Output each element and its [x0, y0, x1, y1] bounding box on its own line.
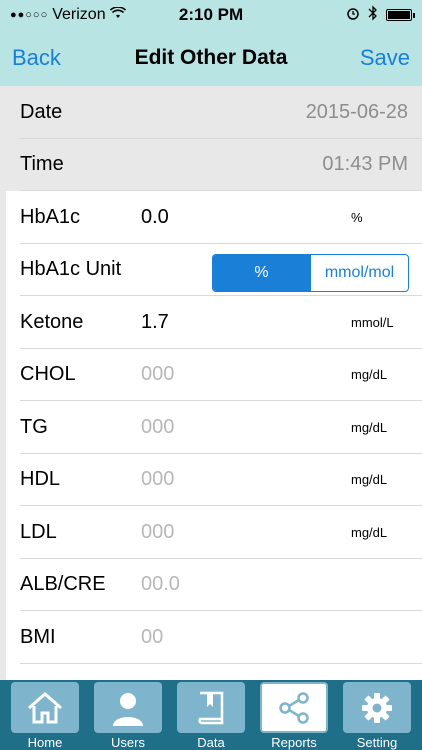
hba1c-unit-row: HbA1c Unit % mmol/mol — [6, 244, 422, 297]
tg-unit: mg/dL — [351, 419, 388, 435]
chol-unit: mg/dL — [351, 367, 388, 383]
albcre-label: ALB/CRE — [20, 573, 106, 596]
status-right — [346, 4, 415, 26]
hba1c-unit: % — [351, 209, 363, 225]
date-label: Date — [20, 100, 63, 123]
ketone-label: Ketone — [20, 310, 84, 333]
ldl-row: LDL 000 mg/dL — [6, 506, 422, 559]
bmi-row: BMI 00 — [6, 611, 422, 664]
hdl-row: HDL 000 mg/dL — [6, 454, 422, 507]
tg-label: TG — [20, 415, 48, 438]
share-icon — [260, 682, 328, 733]
ldl-unit: mg/dL — [351, 524, 388, 540]
form-list: Date 2015-06-28 Time 01:43 PM HbA1c 0.0 … — [0, 86, 422, 680]
status-bar: ●●○○○ Verizon 2:10 PM — [0, 0, 422, 30]
book-icon — [177, 682, 245, 733]
bluetooth-icon — [368, 4, 378, 26]
tab-reports-label: Reports — [271, 735, 317, 750]
ketone-row: Ketone 1.7 mmol/L — [6, 296, 422, 349]
status-left: ●●○○○ Verizon — [10, 6, 126, 24]
hdl-unit: mg/dL — [351, 472, 388, 488]
date-row[interactable]: Date 2015-06-28 — [6, 86, 422, 139]
hba1c-unit-label: HbA1c Unit — [20, 258, 122, 281]
user-icon — [94, 682, 162, 733]
chol-row: CHOL 000 mg/dL — [6, 349, 422, 402]
ldl-label: LDL — [20, 520, 57, 543]
alarm-icon — [346, 6, 360, 25]
hba1c-unit-segmented-control: % mmol/mol — [212, 253, 409, 292]
back-button[interactable]: Back — [12, 45, 61, 71]
tab-home[interactable]: Home — [10, 682, 80, 750]
albcre-row: ALB/CRE 00.0 — [6, 559, 422, 612]
carrier-name: Verizon — [52, 6, 106, 23]
tab-data[interactable]: Data — [176, 682, 246, 750]
hba1c-row: HbA1c 0.0 % — [6, 191, 422, 244]
time-value[interactable]: 01:43 PM — [322, 153, 408, 176]
albcre-input[interactable]: 00.0 — [141, 573, 408, 596]
tab-bar: Home Users Data Reports Setting — [0, 680, 422, 750]
time-label: Time — [20, 153, 64, 176]
page-title: Edit Other Data — [134, 46, 288, 69]
bmi-label: BMI — [20, 625, 56, 648]
gear-icon — [343, 682, 411, 733]
tg-row: TG 000 mg/dL — [6, 401, 422, 454]
bmi-input[interactable]: 00 — [141, 626, 408, 649]
tab-users[interactable]: Users — [93, 682, 163, 750]
tab-users-label: Users — [111, 735, 145, 750]
hba1c-label: HbA1c — [20, 205, 81, 228]
tab-setting-label: Setting — [356, 735, 398, 750]
home-icon — [11, 682, 79, 733]
tab-reports[interactable]: Reports — [259, 682, 329, 750]
ketone-unit: mmol/L — [351, 314, 394, 330]
tab-setting[interactable]: Setting — [342, 682, 412, 750]
battery-icon — [386, 9, 415, 21]
hba1c-input[interactable]: 0.0 — [141, 206, 408, 229]
save-button[interactable]: Save — [360, 45, 410, 71]
segment-mmol-mol[interactable]: mmol/mol — [310, 254, 408, 291]
hdl-label: HDL — [20, 468, 61, 491]
nav-bar: Back Edit Other Data Save — [0, 30, 422, 86]
wifi-icon — [109, 6, 126, 24]
segment-percent[interactable]: % — [213, 254, 310, 291]
date-value[interactable]: 2015-06-28 — [306, 101, 408, 124]
time-row[interactable]: Time 01:43 PM — [6, 138, 422, 191]
tab-data-label: Data — [197, 735, 225, 750]
tab-home-label: Home — [27, 735, 63, 750]
chol-label: CHOL — [20, 363, 76, 386]
signal-icon: ●●○○○ — [10, 9, 49, 21]
